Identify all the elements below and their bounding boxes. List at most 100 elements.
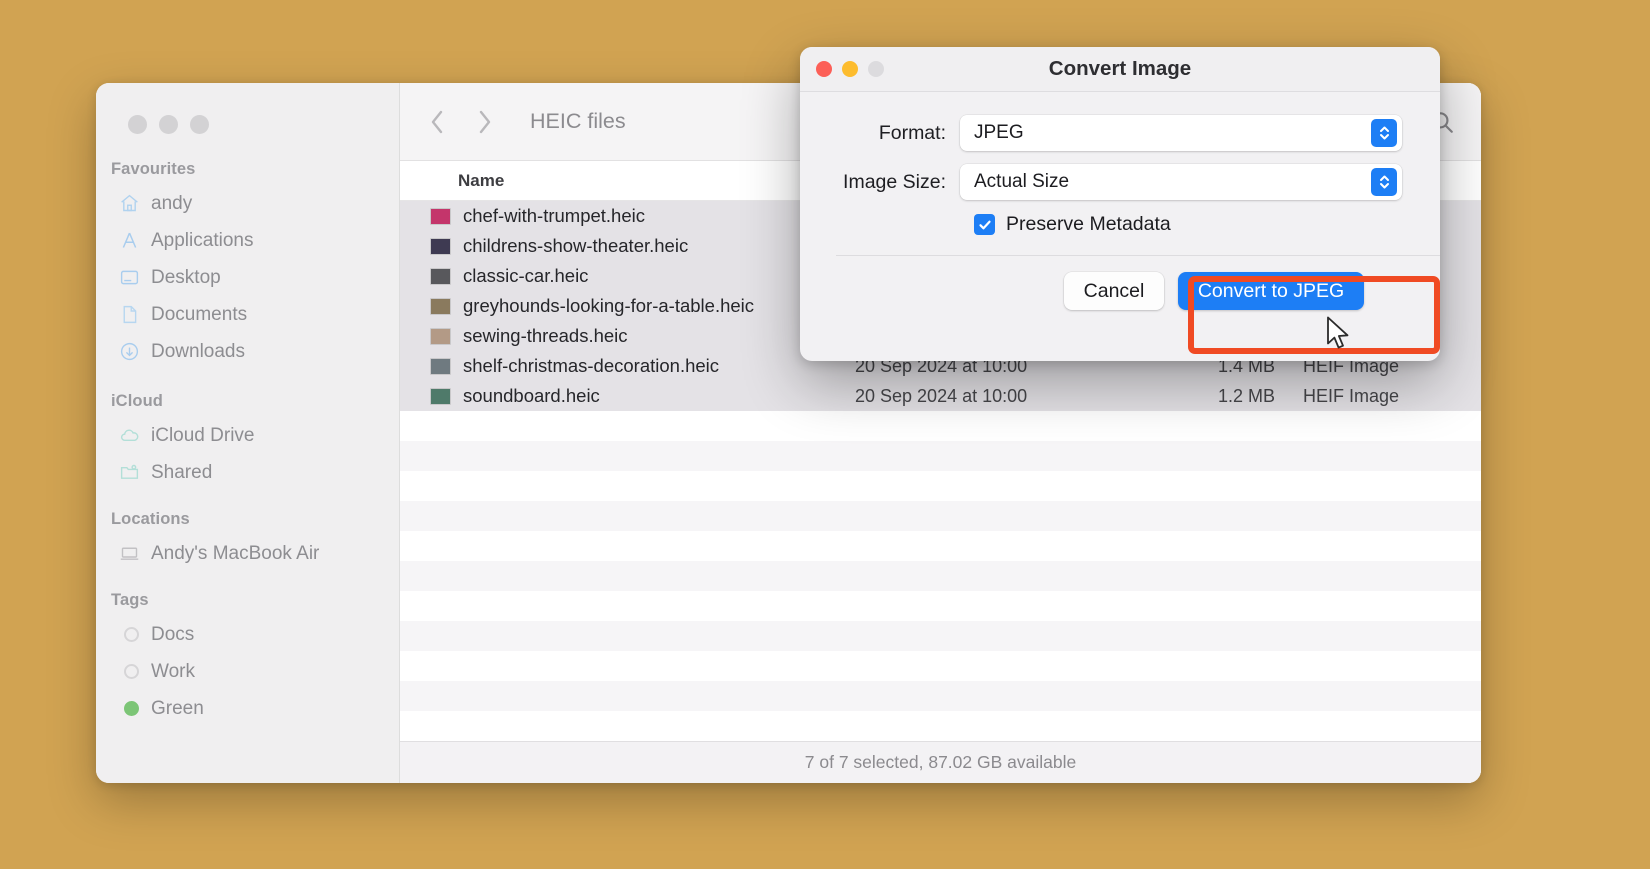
file-kind-cell: HEIF Image — [1303, 385, 1400, 406]
sidebar-item-andy[interactable]: andy — [104, 185, 389, 222]
document-icon — [118, 304, 140, 326]
tag-dot-icon — [118, 624, 140, 646]
dialog-close-button[interactable] — [816, 61, 832, 77]
file-name-cell: classic-car.heic — [400, 265, 855, 287]
empty-list-row — [400, 711, 1481, 741]
empty-list-row — [400, 471, 1481, 501]
navigation-buttons — [426, 107, 496, 137]
empty-list-row — [400, 621, 1481, 651]
file-name-label: greyhounds-looking-for-a-table.heic — [463, 295, 755, 316]
sidebar-item-shared[interactable]: Shared — [104, 454, 389, 491]
file-name-cell: shelf-christmas-decoration.heic — [400, 355, 855, 377]
chevron-left-icon[interactable] — [426, 107, 448, 137]
dialog-minimize-button[interactable] — [842, 61, 858, 77]
image-size-label: Image Size: — [843, 170, 946, 193]
file-name-cell: sewing-threads.heic — [400, 325, 855, 347]
sidebar-section-title: Tags — [111, 591, 149, 609]
page-title: HEIC files — [530, 109, 626, 133]
column-header-name[interactable]: Name — [400, 171, 855, 191]
minimize-button[interactable] — [159, 115, 178, 134]
desktop-icon — [118, 267, 140, 289]
finder-traffic-lights — [96, 83, 399, 134]
file-name-label: sewing-threads.heic — [463, 325, 628, 346]
file-thumbnail-icon — [430, 297, 451, 315]
empty-list-row — [400, 591, 1481, 621]
sidebar-item-label: Downloads — [151, 340, 245, 362]
sidebar-scroll-area: Favourites andy Applications Desktop Doc… — [96, 134, 399, 727]
sidebar-item-desktop[interactable]: Desktop — [104, 259, 389, 296]
file-name-cell: chef-with-trumpet.heic — [400, 205, 855, 227]
file-name-label: soundboard.heic — [463, 385, 600, 406]
sidebar-item-label: Documents — [151, 303, 248, 325]
dialog-traffic-lights — [800, 61, 884, 77]
format-row: Format: JPEG — [838, 115, 1402, 151]
chevron-updown-icon[interactable] — [1371, 168, 1397, 196]
home-icon — [118, 193, 140, 215]
preserve-metadata-row[interactable]: Preserve Metadata — [838, 213, 1402, 236]
empty-list-row — [400, 681, 1481, 711]
sidebar-item-label: Shared — [151, 461, 213, 483]
file-thumbnail-icon — [430, 207, 451, 225]
dialog-titlebar: Convert Image — [800, 47, 1440, 92]
sidebar-item-label: iCloud Drive — [151, 424, 255, 446]
file-thumbnail-icon — [430, 357, 451, 375]
empty-list-row — [400, 561, 1481, 591]
file-size-cell: 1.2 MB — [1217, 385, 1275, 406]
sidebar-item-label: Applications — [151, 229, 254, 251]
laptop-icon — [118, 543, 140, 565]
dialog-title: Convert Image — [1048, 57, 1192, 80]
dialog-footer: Cancel Convert to JPEG — [838, 256, 1402, 310]
empty-list-row — [400, 441, 1481, 471]
applications-icon — [118, 230, 140, 252]
file-name-cell: soundboard.heic — [400, 385, 855, 407]
checkbox-checked-icon[interactable] — [974, 214, 995, 235]
sidebar-section-favourites: Favourites andy Applications Desktop Doc… — [96, 160, 399, 370]
empty-list-row — [400, 411, 1481, 441]
chevron-updown-icon[interactable] — [1371, 119, 1397, 147]
sidebar-item-tag-work[interactable]: Work — [104, 653, 389, 690]
sidebar-item-documents[interactable]: Documents — [104, 296, 389, 333]
table-row[interactable]: soundboard.heic 20 Sep 2024 at 10:00 1.2 M… — [400, 381, 1481, 411]
maximize-button[interactable] — [190, 115, 209, 134]
file-thumbnail-icon — [430, 237, 451, 255]
cloud-icon — [118, 425, 140, 447]
chevron-right-icon[interactable] — [474, 107, 496, 137]
sidebar-section-title: iCloud — [111, 392, 163, 410]
sidebar-section-tags: Tags Docs Work Green — [96, 591, 399, 727]
file-name-label: classic-car.heic — [463, 265, 589, 286]
sidebar-section-locations: Locations Andy's MacBook Air — [96, 510, 399, 572]
tag-dot-icon — [118, 661, 140, 683]
downloads-icon — [118, 341, 140, 363]
sidebar-item-label: Docs — [151, 623, 195, 645]
file-name-label: childrens-show-theater.heic — [463, 235, 689, 256]
sidebar-section-icloud: iCloud iCloud Drive Shared — [96, 392, 399, 491]
sidebar-section-title: Favourites — [111, 160, 196, 178]
sidebar-item-icloud-drive[interactable]: iCloud Drive — [104, 417, 389, 454]
sidebar-item-applications[interactable]: Applications — [104, 222, 389, 259]
dialog-body: Format: JPEG Image Size: Actual Size Pre… — [800, 92, 1440, 310]
sidebar-item-macbook-air[interactable]: Andy's MacBook Air — [104, 535, 389, 572]
sidebar-item-label: andy — [151, 192, 193, 214]
empty-list-row — [400, 531, 1481, 561]
file-name-label: shelf-christmas-decoration.heic — [463, 355, 720, 376]
file-thumbnail-icon — [430, 327, 451, 345]
cancel-button[interactable]: Cancel — [1064, 272, 1164, 310]
close-button[interactable] — [128, 115, 147, 134]
sidebar-item-downloads[interactable]: Downloads — [104, 333, 389, 370]
image-size-select[interactable]: Actual Size — [960, 164, 1402, 200]
dialog-maximize-button — [868, 61, 884, 77]
format-select[interactable]: JPEG — [960, 115, 1402, 151]
sidebar-item-label: Green — [151, 697, 204, 719]
sidebar-item-tag-docs[interactable]: Docs — [104, 616, 389, 653]
file-name-label: chef-with-trumpet.heic — [463, 205, 645, 226]
tag-dot-icon — [118, 698, 140, 720]
sidebar-item-tag-green[interactable]: Green — [104, 690, 389, 727]
empty-list-row — [400, 651, 1481, 681]
finder-sidebar: Favourites andy Applications Desktop Doc… — [96, 83, 399, 783]
image-size-value: Actual Size — [974, 171, 1070, 192]
file-name-cell: greyhounds-looking-for-a-table.heic — [400, 295, 855, 317]
sidebar-section-title: Locations — [111, 510, 190, 528]
convert-to-jpeg-button[interactable]: Convert to JPEG — [1178, 272, 1364, 310]
sidebar-item-label: Andy's MacBook Air — [151, 542, 320, 564]
preserve-metadata-label: Preserve Metadata — [1006, 213, 1171, 235]
